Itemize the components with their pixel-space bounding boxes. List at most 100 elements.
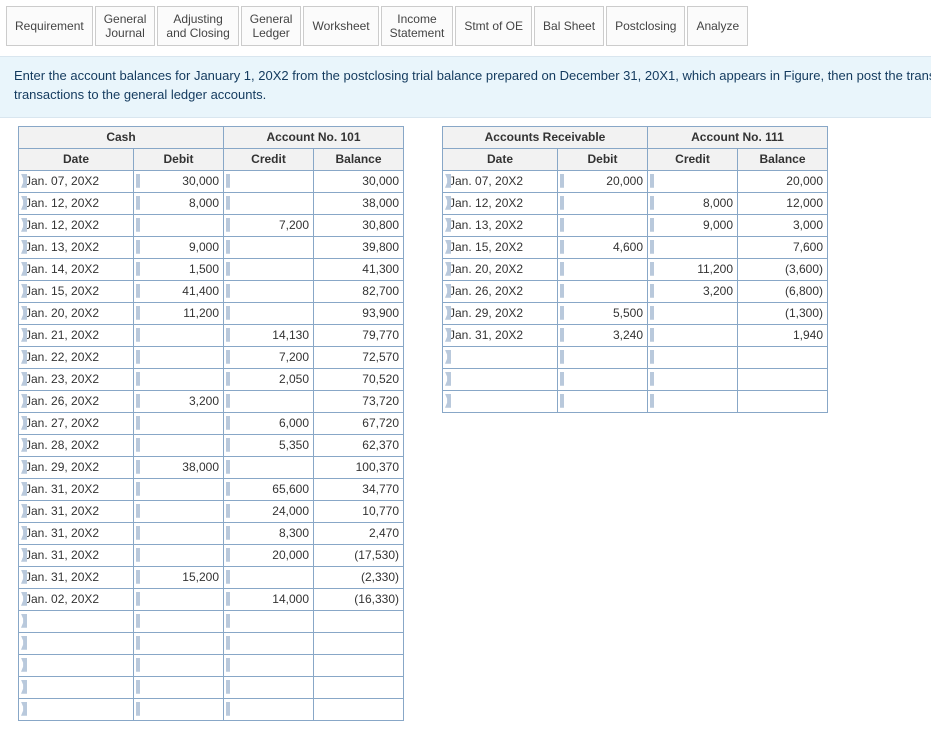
- date-cell[interactable]: Jan. 13, 20X2: [19, 236, 134, 258]
- debit-cell[interactable]: [134, 698, 224, 720]
- debit-cell[interactable]: 3,200: [134, 390, 224, 412]
- date-cell[interactable]: Jan. 07, 20X2: [443, 170, 558, 192]
- debit-cell[interactable]: 20,000: [558, 170, 648, 192]
- credit-cell[interactable]: 14,130: [224, 324, 314, 346]
- date-cell[interactable]: Jan. 29, 20X2: [19, 456, 134, 478]
- credit-cell[interactable]: 7,200: [224, 214, 314, 236]
- date-cell[interactable]: Jan. 27, 20X2: [19, 412, 134, 434]
- date-cell[interactable]: Jan. 15, 20X2: [19, 280, 134, 302]
- date-cell[interactable]: Jan. 12, 20X2: [19, 192, 134, 214]
- debit-cell[interactable]: [134, 522, 224, 544]
- debit-cell[interactable]: 11,200: [134, 302, 224, 324]
- tab-general-ledger[interactable]: General Ledger: [241, 6, 302, 46]
- date-cell[interactable]: Jan. 28, 20X2: [19, 434, 134, 456]
- credit-cell[interactable]: [224, 632, 314, 654]
- date-cell[interactable]: Jan. 12, 20X2: [443, 192, 558, 214]
- debit-cell[interactable]: [134, 632, 224, 654]
- credit-cell[interactable]: 8,000: [648, 192, 738, 214]
- credit-cell[interactable]: [224, 698, 314, 720]
- debit-cell[interactable]: 5,500: [558, 302, 648, 324]
- tab-stmt-of-oe[interactable]: Stmt of OE: [455, 6, 532, 46]
- credit-cell[interactable]: 14,000: [224, 588, 314, 610]
- date-cell[interactable]: Jan. 26, 20X2: [19, 390, 134, 412]
- credit-cell[interactable]: [648, 346, 738, 368]
- debit-cell[interactable]: [558, 214, 648, 236]
- date-cell[interactable]: Jan. 13, 20X2: [443, 214, 558, 236]
- debit-cell[interactable]: [134, 654, 224, 676]
- credit-cell[interactable]: [648, 170, 738, 192]
- date-cell[interactable]: Jan. 12, 20X2: [19, 214, 134, 236]
- tab-income-statement[interactable]: Income Statement: [381, 6, 454, 46]
- date-cell[interactable]: [19, 698, 134, 720]
- date-cell[interactable]: Jan. 31, 20X2: [19, 566, 134, 588]
- debit-cell[interactable]: [134, 676, 224, 698]
- debit-cell[interactable]: 9,000: [134, 236, 224, 258]
- date-cell[interactable]: Jan. 31, 20X2: [19, 544, 134, 566]
- credit-cell[interactable]: 8,300: [224, 522, 314, 544]
- credit-cell[interactable]: 5,350: [224, 434, 314, 456]
- debit-cell[interactable]: [134, 324, 224, 346]
- tab-postclosing[interactable]: Postclosing: [606, 6, 685, 46]
- date-cell[interactable]: [443, 368, 558, 390]
- debit-cell[interactable]: 15,200: [134, 566, 224, 588]
- credit-cell[interactable]: [224, 258, 314, 280]
- debit-cell[interactable]: 1,500: [134, 258, 224, 280]
- debit-cell[interactable]: [558, 390, 648, 412]
- credit-cell[interactable]: [224, 390, 314, 412]
- tab-worksheet[interactable]: Worksheet: [303, 6, 378, 46]
- debit-cell[interactable]: [558, 346, 648, 368]
- credit-cell[interactable]: 20,000: [224, 544, 314, 566]
- debit-cell[interactable]: [558, 280, 648, 302]
- debit-cell[interactable]: [558, 368, 648, 390]
- credit-cell[interactable]: 6,000: [224, 412, 314, 434]
- debit-cell[interactable]: 30,000: [134, 170, 224, 192]
- credit-cell[interactable]: 24,000: [224, 500, 314, 522]
- tab-analyze[interactable]: Analyze: [687, 6, 748, 46]
- debit-cell[interactable]: 3,240: [558, 324, 648, 346]
- debit-cell[interactable]: [134, 412, 224, 434]
- debit-cell[interactable]: [134, 346, 224, 368]
- debit-cell[interactable]: [134, 434, 224, 456]
- date-cell[interactable]: Jan. 31, 20X2: [19, 500, 134, 522]
- date-cell[interactable]: Jan. 21, 20X2: [19, 324, 134, 346]
- credit-cell[interactable]: [648, 368, 738, 390]
- tab-bal-sheet[interactable]: Bal Sheet: [534, 6, 604, 46]
- date-cell[interactable]: Jan. 31, 20X2: [19, 522, 134, 544]
- date-cell[interactable]: Jan. 26, 20X2: [443, 280, 558, 302]
- tab-requirement[interactable]: Requirement: [6, 6, 93, 46]
- credit-cell[interactable]: [648, 390, 738, 412]
- date-cell[interactable]: Jan. 15, 20X2: [443, 236, 558, 258]
- debit-cell[interactable]: [134, 368, 224, 390]
- tab-adjusting-closing[interactable]: Adjusting and Closing: [157, 6, 238, 46]
- credit-cell[interactable]: [224, 456, 314, 478]
- credit-cell[interactable]: [648, 302, 738, 324]
- credit-cell[interactable]: 11,200: [648, 258, 738, 280]
- date-cell[interactable]: Jan. 20, 20X2: [19, 302, 134, 324]
- date-cell[interactable]: [19, 632, 134, 654]
- date-cell[interactable]: Jan. 31, 20X2: [443, 324, 558, 346]
- debit-cell[interactable]: [134, 214, 224, 236]
- credit-cell[interactable]: [224, 236, 314, 258]
- date-cell[interactable]: Jan. 02, 20X2: [19, 588, 134, 610]
- credit-cell[interactable]: [224, 676, 314, 698]
- debit-cell[interactable]: 41,400: [134, 280, 224, 302]
- date-cell[interactable]: [19, 610, 134, 632]
- credit-cell[interactable]: [648, 236, 738, 258]
- credit-cell[interactable]: [224, 654, 314, 676]
- debit-cell[interactable]: [134, 588, 224, 610]
- date-cell[interactable]: Jan. 07, 20X2: [19, 170, 134, 192]
- debit-cell[interactable]: [134, 478, 224, 500]
- date-cell[interactable]: [19, 676, 134, 698]
- debit-cell[interactable]: [134, 544, 224, 566]
- date-cell[interactable]: [19, 654, 134, 676]
- credit-cell[interactable]: 3,200: [648, 280, 738, 302]
- credit-cell[interactable]: 65,600: [224, 478, 314, 500]
- date-cell[interactable]: Jan. 23, 20X2: [19, 368, 134, 390]
- credit-cell[interactable]: [224, 192, 314, 214]
- credit-cell[interactable]: [648, 324, 738, 346]
- credit-cell[interactable]: [224, 170, 314, 192]
- credit-cell[interactable]: [224, 610, 314, 632]
- debit-cell[interactable]: 4,600: [558, 236, 648, 258]
- credit-cell[interactable]: 7,200: [224, 346, 314, 368]
- credit-cell[interactable]: 9,000: [648, 214, 738, 236]
